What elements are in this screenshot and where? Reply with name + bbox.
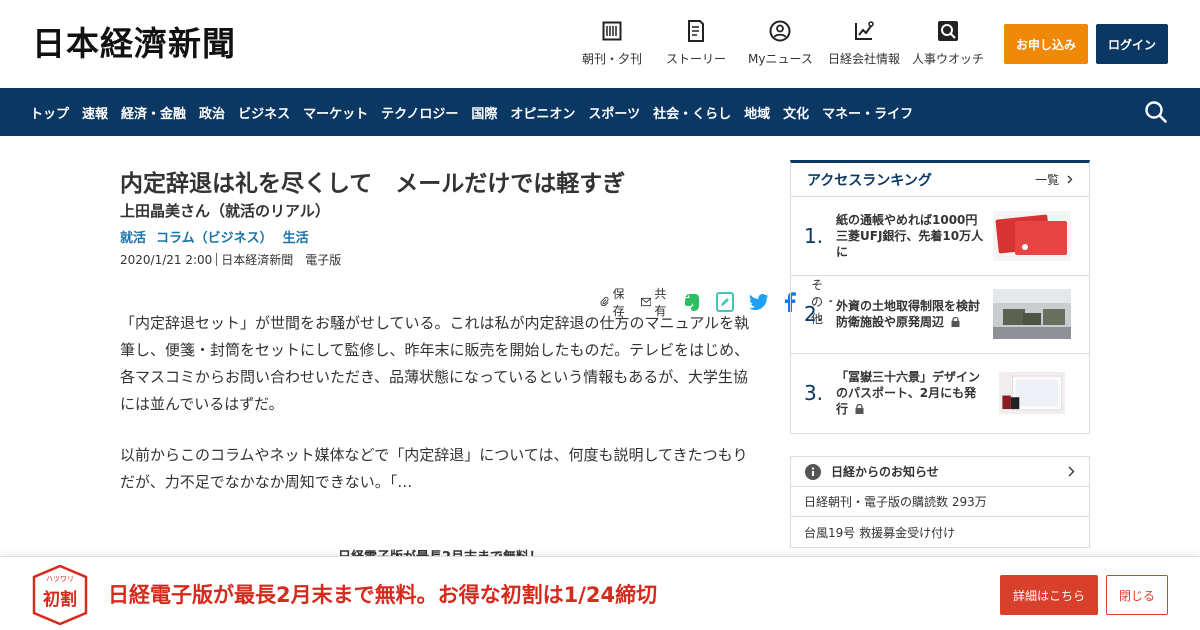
article-source: 日本経済新聞 電子版	[221, 253, 342, 267]
details-button[interactable]: 詳細はこちら	[1000, 575, 1098, 615]
nav-item[interactable]: オピニオン	[510, 103, 575, 122]
nav-label: ストーリー	[666, 52, 727, 66]
evernote-icon[interactable]	[683, 292, 704, 312]
search-person-icon	[937, 20, 959, 42]
article-paragraph: 「内定辞退セット」が世間をお騒がせしている。これは私が内定辞退の仕方のマニュアル…	[120, 314, 750, 413]
article-meta: 2020/1/21 2:00 日本経済新聞 電子版	[120, 251, 750, 268]
article-subtitle: 上田晶美さん（就活のリアル）	[120, 202, 330, 220]
nav-item[interactable]: 政治	[199, 103, 225, 122]
nav-my-news[interactable]: Myニュース	[748, 20, 813, 67]
rank-number: 1.	[803, 223, 824, 248]
chevron-right-icon	[1068, 466, 1075, 477]
divider	[216, 253, 218, 266]
nav-list: トップ 速報 経済・金融 政治 ビジネス マーケット テクノロジー 国際 オピニオン スポーツ 社会…	[30, 88, 926, 136]
nav-item[interactable]: 文化	[783, 103, 809, 122]
access-ranking: アクセスランキング 一覧 1. 紙の通帳やめれば1000円 三菱UFJ銀行、先着…	[790, 160, 1090, 434]
nav-item[interactable]: ビジネス	[238, 103, 290, 122]
rank-headline: 「冨嶽三十六景」デザインのパスポート、2月にも発行	[836, 369, 986, 417]
mail-icon	[641, 297, 652, 306]
nav-morning-evening[interactable]: 朝刊・夕刊	[582, 20, 642, 67]
lock-icon	[855, 404, 864, 415]
close-button[interactable]: 閉じる	[1106, 575, 1168, 615]
article-tags: 就活 コラム（ビジネス） 生活	[120, 227, 750, 246]
chart-icon	[853, 20, 875, 42]
bankbook-thumbnail	[993, 210, 1071, 261]
nikkei-notices: 日経からのお知らせ 日経朝刊・電子版の購読数 293万 台風19号 救援募金受け…	[790, 456, 1090, 548]
nav-item[interactable]: マネー・ライフ	[822, 103, 913, 122]
passport-thumbnail	[999, 372, 1065, 415]
login-button[interactable]: ログイン	[1096, 24, 1168, 64]
tag-link[interactable]: 生活	[283, 227, 309, 246]
nav-item[interactable]: 社会・くらし	[653, 103, 731, 122]
notice-header[interactable]: 日経からのお知らせ	[791, 457, 1089, 487]
tag-link[interactable]: コラム（ビジネス）	[156, 227, 273, 246]
badge-label: 初割	[43, 589, 77, 610]
apply-button[interactable]: お申し込み	[1004, 24, 1088, 64]
ranking-item[interactable]: 2. 外資の土地取得制限を検討 防衛施設や原発周辺	[791, 276, 1089, 354]
ranking-header: アクセスランキング 一覧	[791, 163, 1089, 197]
lock-icon	[951, 317, 960, 328]
nav-personnel-watch[interactable]: 人事ウオッチ	[912, 20, 984, 67]
rank-headline: 紙の通帳やめれば1000円 三菱UFJ銀行、先着10万人に	[836, 212, 990, 259]
nav-item[interactable]: 地域	[744, 103, 770, 122]
user-icon	[769, 20, 791, 42]
document-icon	[685, 20, 707, 42]
chevron-right-icon	[1067, 175, 1073, 184]
notice-item[interactable]: 台風19号 救援募金受け付け	[791, 517, 1089, 547]
badge-reading: ハツワリ	[46, 575, 74, 583]
military-vehicles-thumbnail	[993, 289, 1071, 340]
article: 内定辞退は礼を尽くして メールだけでは軽すぎ 上田晶美さん（就活のリアル） 就活…	[120, 168, 834, 565]
campaign-text: 日経電子版が最長2月末まで無料。お得な初割は1/24締切	[108, 583, 658, 607]
rank-headline-text: 外資の土地取得制限を検討 防衛施設や原発周辺	[836, 299, 993, 330]
tag-link[interactable]: 就活	[120, 227, 146, 246]
article-title: 内定辞退は礼を尽くして メールだけでは軽すぎ	[120, 171, 626, 197]
ranking-item[interactable]: 1. 紙の通帳やめれば1000円 三菱UFJ銀行、先着10万人に	[791, 197, 1089, 276]
hatsuwari-badge: ハツワリ 初割	[32, 565, 88, 625]
nav-item[interactable]: 国際	[471, 103, 497, 122]
rank-number: 2.	[803, 302, 824, 327]
nav-item[interactable]: 経済・金融	[121, 103, 186, 122]
nav-item[interactable]: 速報	[82, 103, 108, 122]
nav-label: 人事ウオッチ	[912, 52, 985, 66]
clip-icon	[600, 296, 609, 306]
ranking-title: アクセスランキング	[807, 172, 932, 189]
nav-item[interactable]: マーケット	[303, 103, 368, 122]
search-icon[interactable]	[1144, 100, 1168, 124]
info-icon	[805, 463, 821, 480]
ranking-item[interactable]: 3. 「冨嶽三十六景」デザインのパスポート、2月にも発行	[791, 354, 1089, 433]
nav-item[interactable]: スポーツ	[588, 103, 640, 122]
notice-item[interactable]: 日経朝刊・電子版の購読数 293万	[791, 487, 1089, 517]
article-paragraph: 以前からこのコラムやネット媒体などで「内定辞退」については、何度も説明してきたつ…	[120, 446, 748, 491]
campaign-banner: ハツワリ 初割 日経電子版が最長2月末まで無料。お得な初割は1/24締切 詳細は…	[0, 556, 1200, 630]
nav-label: 朝刊・夕刊	[582, 52, 643, 66]
note-icon[interactable]	[716, 291, 737, 312]
rank-headline: 外資の土地取得制限を検討 防衛施設や原発周辺	[836, 298, 992, 330]
nav-story[interactable]: ストーリー	[666, 20, 726, 67]
nav-item[interactable]: テクノロジー	[381, 103, 458, 122]
rank-number: 3.	[803, 381, 824, 406]
notice-title: 日経からのお知らせ	[831, 465, 939, 479]
more-label: 一覧	[1035, 173, 1060, 187]
twitter-icon[interactable]	[749, 293, 772, 310]
nav-label: 日経会社情報	[828, 52, 901, 66]
site-logo[interactable]: 日本経濟新聞	[32, 24, 236, 64]
nav-item[interactable]: トップ	[30, 103, 69, 122]
ranking-more-link[interactable]: 一覧	[1035, 171, 1073, 188]
newspaper-icon	[601, 20, 623, 42]
main-nav: トップ 速報 経済・金融 政治 ビジネス マーケット テクノロジー 国際 オピニオン スポーツ 社会…	[0, 88, 1200, 136]
site-header: 日本経濟新聞 朝刊・夕刊 ストーリー Myニュース 日経会社情報 人事ウオッチ …	[0, 0, 1200, 88]
article-date: 2020/1/21 2:00	[120, 252, 213, 267]
nav-label: Myニュース	[748, 52, 813, 66]
nav-company-info[interactable]: 日経会社情報	[828, 20, 900, 67]
